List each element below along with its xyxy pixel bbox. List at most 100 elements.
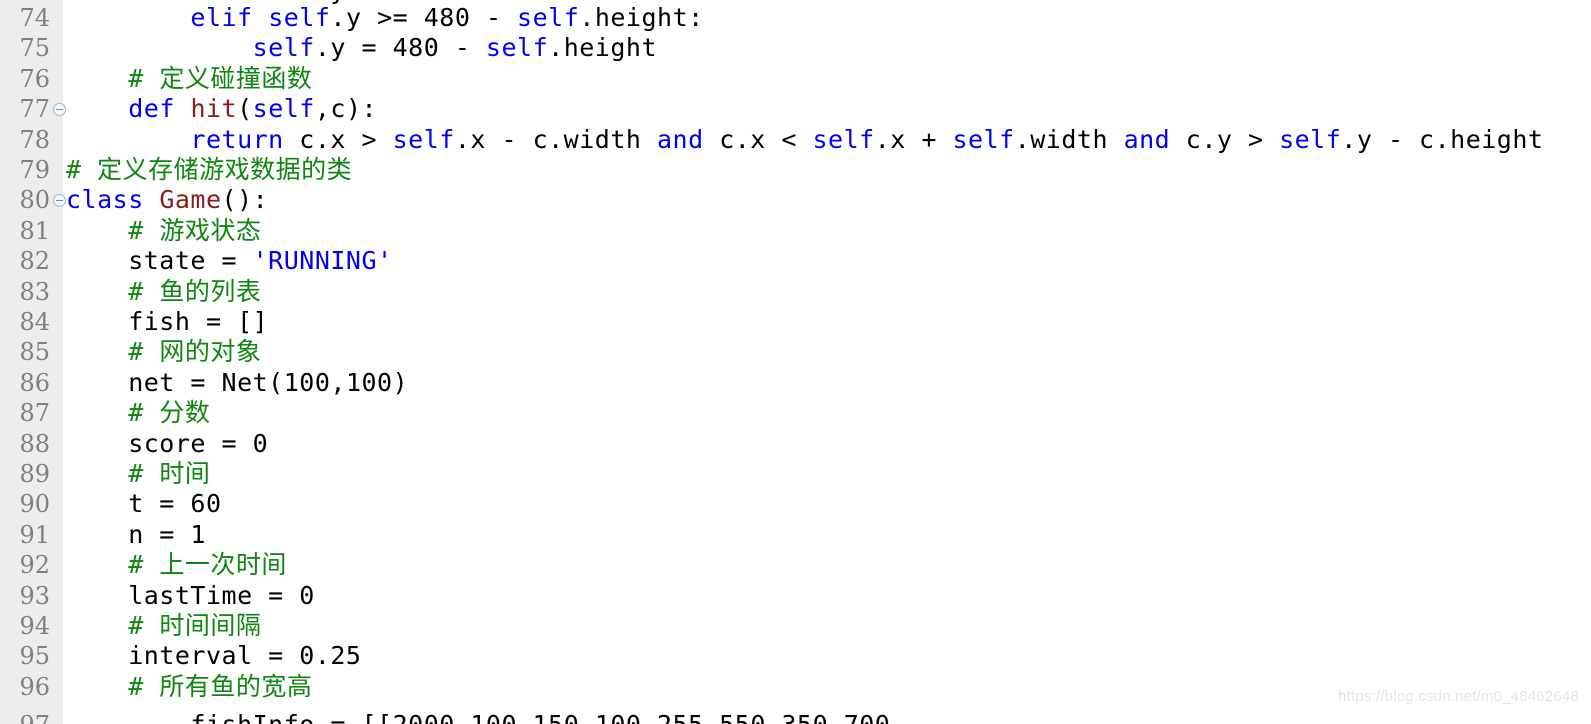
clipped-line-below: 97 fishInfo = [[2000,100,150,100,255,550… <box>0 710 1591 724</box>
code-token: self <box>252 94 315 124</box>
code-token: 150 <box>533 710 580 724</box>
code-token: , <box>766 710 782 724</box>
code-line[interactable]: 83 # 鱼的列表 <box>0 277 1591 307</box>
code-token: self <box>952 124 1015 154</box>
code-text: # 所有鱼的宽高 <box>66 672 312 702</box>
code-token: .height: <box>579 3 704 32</box>
code-line[interactable]: 87 # 分数 <box>0 398 1591 428</box>
code-line[interactable]: 74 elif self.y >= 480 - self.height: <box>0 3 1591 33</box>
code-token: c.x < <box>703 124 813 154</box>
code-token: # 所有鱼的宽高 <box>128 671 313 701</box>
line-number: 96 <box>19 672 50 701</box>
code-token: , <box>828 710 844 724</box>
code-line[interactable]: 89 # 时间 <box>0 459 1591 489</box>
code-token: , <box>517 710 533 724</box>
code-line[interactable]: 90 t = 60 <box>0 489 1591 519</box>
code-line[interactable]: 84 fish = [] <box>0 307 1591 337</box>
code-token: 255 <box>657 710 704 724</box>
code-line[interactable]: 94 # 时间间隔 <box>0 611 1591 641</box>
code-text: score = 0 <box>66 429 268 459</box>
code-token: and <box>656 124 704 154</box>
code-line[interactable]: 85 # 网的对象 <box>0 337 1591 367</box>
code-fold-collapse-icon[interactable] <box>53 103 66 117</box>
code-text: def hit(self,c): <box>66 94 377 124</box>
code-text: # 鱼的列表 <box>66 277 261 307</box>
code-token: elif <box>190 3 253 32</box>
code-token: 700 <box>844 710 891 724</box>
code-text: self.y = 480 - self.height <box>66 33 657 63</box>
code-line[interactable]: 88 score = 0 <box>0 429 1591 459</box>
code-text: # 时间 <box>66 459 210 489</box>
line-number: 89 <box>19 460 50 488</box>
code-line[interactable]: 81 # 游戏状态 <box>0 216 1591 246</box>
code-text: # 时间间隔 <box>66 611 261 641</box>
code-text: # 网的对象 <box>66 337 261 367</box>
line-number: 82 <box>19 247 50 276</box>
code-line[interactable]: 79 # 定义存储游戏数据的类 <box>0 155 1591 185</box>
code-token: fish = [] <box>66 307 269 336</box>
code-text: n = 1 <box>66 520 206 550</box>
code-line[interactable]: 77 def hit(self,c): <box>0 94 1591 124</box>
line-number: 93 <box>19 581 50 610</box>
code-line[interactable]: 76 # 定义碰撞函数 <box>0 64 1591 94</box>
code-token: hit <box>190 94 238 124</box>
code-line[interactable]: 93 lastTime = 0 <box>0 581 1591 611</box>
code-fold-collapse-icon[interactable] <box>53 194 66 208</box>
line-number: 87 <box>19 399 50 428</box>
code-token: 480 <box>392 33 440 63</box>
code-token: self <box>517 3 580 32</box>
line-number: 86 <box>19 368 50 397</box>
code-line[interactable]: 82 state = 'RUNNING' <box>0 246 1591 276</box>
code-text: fish = [] <box>66 307 268 337</box>
code-token: 550 <box>719 710 766 724</box>
code-token: .x - c.width <box>454 124 657 154</box>
code-token: self <box>392 124 455 154</box>
code-editor[interactable]: 73 self.y = 0 74 elif self.y >= 480 - se… <box>0 0 1591 724</box>
code-token: self <box>1279 124 1342 154</box>
code-line[interactable]: 92 # 上一次时间 <box>0 550 1591 580</box>
code-token: ( <box>237 94 253 124</box>
code-token: # 网的对象 <box>128 337 262 367</box>
code-token: # 定义存储游戏数据的类 <box>66 155 353 184</box>
code-token: c.x > <box>283 124 393 154</box>
code-line[interactable]: 91 n = 1 <box>0 520 1591 550</box>
code-token: self <box>812 124 875 154</box>
code-text: fishInfo = [[2000,100,150,100,255,550,35… <box>66 710 890 724</box>
code-token: # 定义碰撞函数 <box>128 63 313 93</box>
code-line[interactable]: 95 interval = 0.25 <box>0 641 1591 671</box>
code-text: net = Net(100,100) <box>66 368 408 398</box>
code-token: 0 <box>252 428 269 458</box>
code-line[interactable]: 97 fishInfo = [[2000,100,150,100,255,550… <box>0 710 1591 724</box>
code-line[interactable]: 80 class Game(): <box>0 185 1591 215</box>
code-token: # 游戏状态 <box>128 215 262 245</box>
code-line[interactable]: 86 net = Net(100,100) <box>0 368 1591 398</box>
code-token: 1 <box>190 519 206 549</box>
code-token: self <box>252 33 315 63</box>
code-token: score = <box>66 428 253 458</box>
code-line[interactable]: 78 return c.x > self.x - c.width and c.x… <box>0 125 1591 155</box>
code-token: and <box>1123 124 1171 154</box>
code-line[interactable]: 75 self.y = 480 - self.height <box>0 33 1591 63</box>
code-token: fishInfo = [[ <box>190 710 392 724</box>
line-number: 88 <box>19 429 50 458</box>
code-token: state = <box>66 246 253 276</box>
code-text: lastTime = 0 <box>66 581 315 611</box>
line-number: 97 <box>0 710 50 724</box>
code-text: elif self.y >= 480 - self.height: <box>66 3 704 33</box>
code-token: def <box>128 94 175 124</box>
code-token: , <box>455 710 471 724</box>
code-token: self <box>268 3 331 32</box>
line-number: 78 <box>19 125 50 154</box>
code-token: n = <box>66 519 191 549</box>
code-text: class Game(): <box>66 185 268 215</box>
code-token: 100 <box>345 367 393 397</box>
code-token: lastTime = <box>66 580 300 610</box>
